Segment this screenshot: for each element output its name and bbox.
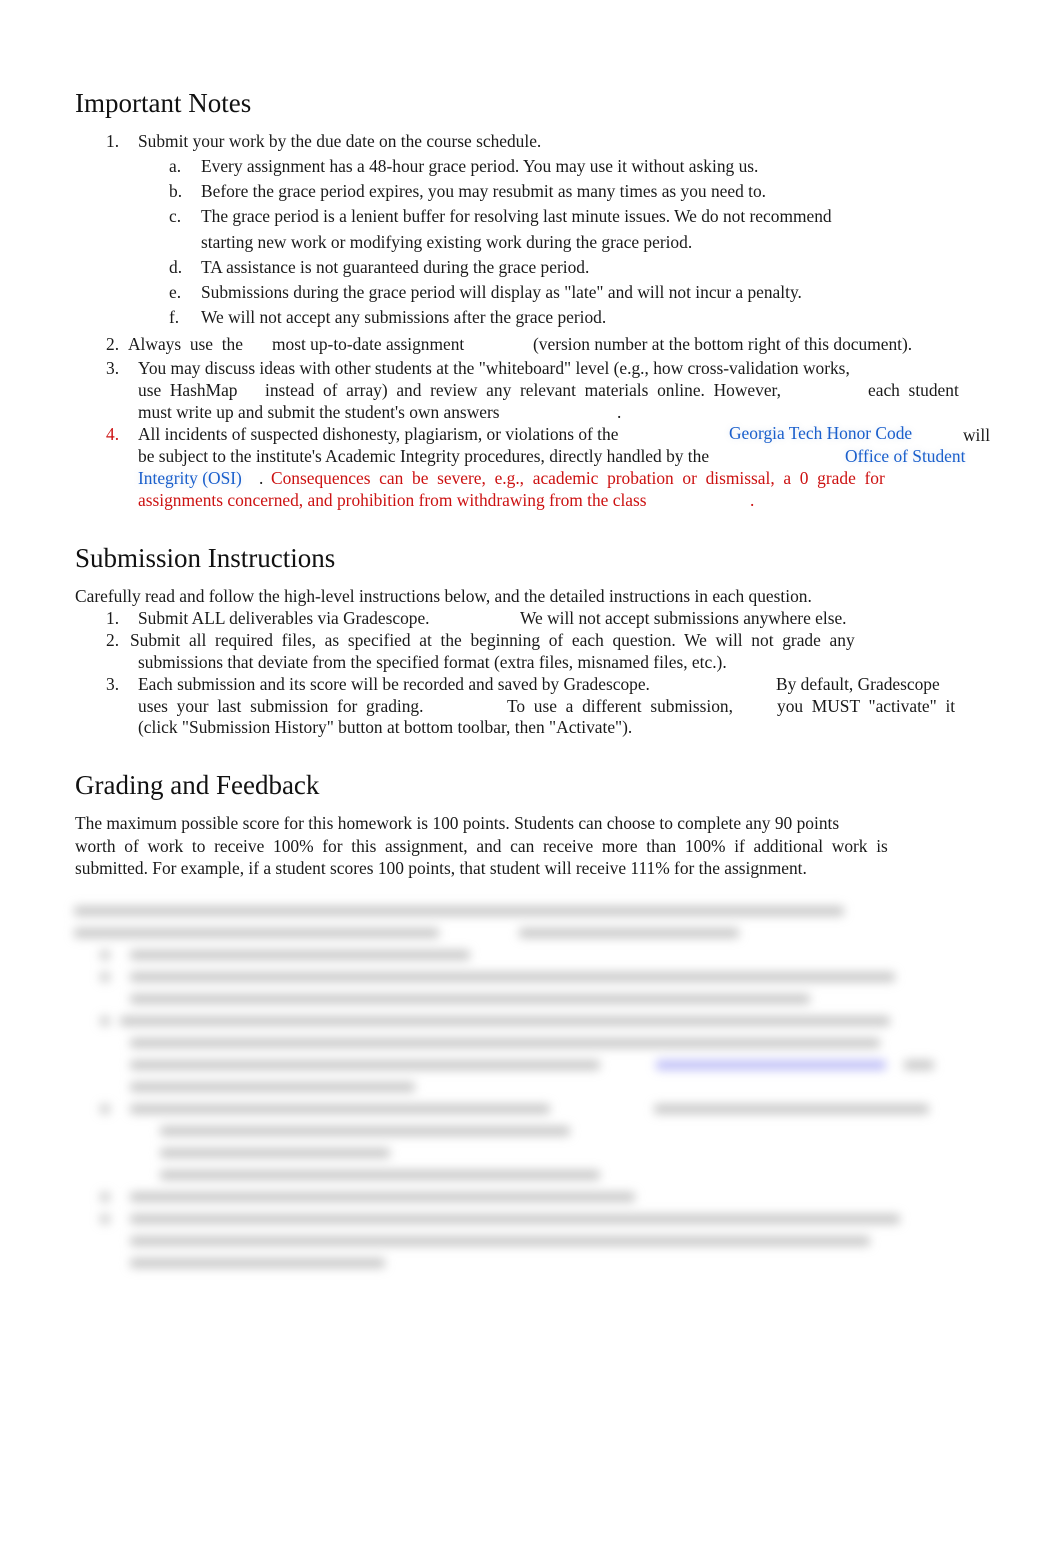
sublist-item-text: Every assignment has a 48-hour grace per… [201, 156, 759, 176]
list-item-text: You may discuss ideas with other student… [138, 358, 850, 378]
sublist-item-text: Before the grace period expires, you may… [201, 181, 767, 201]
list-item-text: be subject to the institute's Academic I… [138, 446, 710, 466]
list-item-text: (click "Submission History" button at bo… [138, 717, 633, 737]
sublist-letter: d. [169, 257, 183, 277]
list-number: 1. [106, 608, 120, 628]
section-heading-important-notes: Important Notes [75, 88, 252, 118]
blurred-content [74, 898, 954, 1278]
sublist-item-text: Submissions during the grace period will… [201, 282, 802, 302]
list-item-text: uses your last submission for grading. [138, 696, 424, 716]
list-number: 2. [106, 630, 120, 650]
list-item-text: Always use the [128, 334, 243, 354]
list-number: 4. [106, 424, 120, 444]
sublist-item-text: The grace period is a lenient buffer for… [201, 206, 832, 226]
list-item-text: Submit ALL deliverables via Gradescope. [138, 608, 430, 628]
intro-text: Carefully read and follow the high-level… [75, 586, 812, 606]
sublist-letter: c. [169, 206, 182, 226]
list-item-text: By default, Gradescope [776, 674, 940, 694]
list-item-text: . [259, 468, 264, 488]
sublist-letter: b. [169, 181, 183, 201]
paragraph-line: submitted. For example, if a student sco… [75, 858, 807, 878]
list-number: 2. [106, 334, 120, 354]
list-item-text: To use a different submission, [507, 696, 733, 716]
paragraph-line: The maximum possible score for this home… [75, 813, 840, 833]
honor-code-link[interactable]: Georgia Tech Honor Code [729, 422, 912, 444]
warning-text: Consequences can be severe, e.g., academ… [271, 468, 885, 488]
sublist-item-text: We will not accept any submissions after… [201, 307, 607, 327]
list-number: 1. [106, 131, 120, 151]
warning-text: assignments concerned, and prohibition f… [138, 490, 647, 510]
list-item-text: . [617, 402, 622, 422]
section-heading-submission-instructions: Submission Instructions [75, 543, 336, 573]
list-item-text: you MUST "activate" it [777, 696, 956, 716]
sublist-letter: e. [169, 282, 182, 302]
paragraph-line: worth of work to receive 100% for this a… [75, 836, 888, 856]
list-number: 3. [106, 358, 120, 378]
list-item-text: most up-to-date assignment [272, 334, 465, 354]
list-item-text: All incidents of suspected dishonesty, p… [138, 424, 619, 444]
list-item-text: We will not accept submissions anywhere … [520, 608, 847, 628]
list-item-text: (version number at the bottom right of t… [533, 334, 913, 354]
list-item-text: Each submission and its score will be re… [138, 674, 650, 694]
list-item-text: Submit your work by the due date on the … [138, 131, 542, 151]
list-item-text: will [963, 425, 991, 445]
list-item-text: instead of array) and review any relevan… [265, 380, 781, 400]
sublist-letter: f. [169, 307, 180, 327]
sublist-letter: a. [169, 156, 182, 176]
osi-link[interactable]: Office of Student [845, 445, 965, 467]
sublist-item-text: TA assistance is not guaranteed during t… [201, 257, 590, 277]
sublist-item-text-cont: starting new work or modifying existing … [201, 232, 693, 252]
list-item-text: must write up and submit the student's o… [138, 402, 500, 422]
list-item-text: each student [868, 380, 959, 400]
list-item-text: Submit all required files, as specified … [130, 630, 855, 650]
section-heading-grading-feedback: Grading and Feedback [75, 770, 320, 800]
warning-text: . [750, 490, 755, 510]
list-item-text: use HashMap [138, 380, 238, 400]
list-item-text: submissions that deviate from the specif… [138, 652, 727, 672]
list-number: 3. [106, 674, 120, 694]
osi-link-cont[interactable]: Integrity (OSI) [138, 467, 242, 489]
